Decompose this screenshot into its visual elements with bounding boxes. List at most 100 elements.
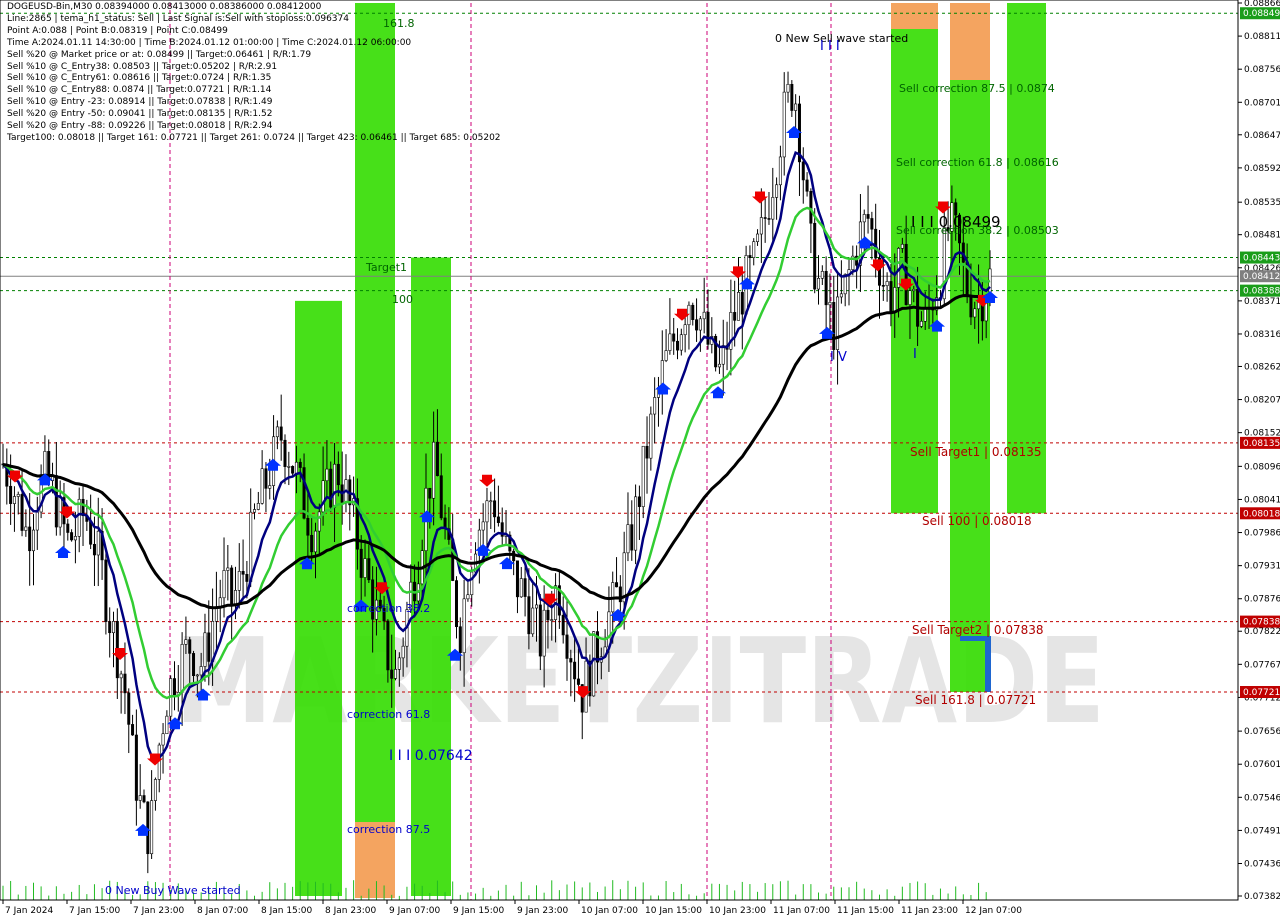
candle-body — [390, 669, 394, 679]
candle-body — [161, 733, 165, 746]
candle-body — [493, 500, 497, 518]
candle-body — [336, 463, 340, 486]
candle-body — [759, 217, 763, 235]
candle-body — [919, 320, 923, 327]
candle-body — [12, 496, 16, 504]
candle-body — [702, 311, 706, 320]
candle-body — [538, 604, 542, 657]
candle-body — [207, 632, 211, 662]
candle-body — [142, 795, 146, 803]
green-zone — [950, 3, 990, 693]
time-tick-label: 11 Jan 23:00 — [901, 906, 958, 916]
price-tick-label: 0.07491 — [1244, 826, 1280, 836]
candle-body — [138, 795, 142, 801]
candle-body — [809, 190, 813, 224]
candle-body — [573, 661, 577, 680]
annotation-label: I V — [830, 350, 847, 365]
time-tick-label: 7 Jan 23:00 — [133, 906, 185, 916]
time-tick-label: 9 Jan 23:00 — [517, 906, 569, 916]
candle-body — [900, 243, 904, 249]
candle-body — [576, 678, 580, 685]
candle-body — [634, 496, 638, 551]
candle-body — [535, 604, 539, 609]
candle-body — [565, 634, 569, 659]
price-tag-label: 0.08388 — [1243, 287, 1280, 297]
blue-bracket — [985, 636, 991, 692]
candle-body — [230, 567, 234, 606]
candle-body — [630, 524, 634, 551]
candle-body — [756, 233, 760, 242]
time-tick-label: 7 Jan 15:00 — [69, 906, 121, 916]
candle-body — [973, 308, 977, 318]
candle-body — [131, 724, 135, 736]
time-tick-label: 10 Jan 23:00 — [709, 906, 766, 916]
candle-body — [264, 468, 268, 489]
time-tick-label: 8 Jan 23:00 — [325, 906, 377, 916]
info-line: Point A:0.088 | Point B:0.08319 | Point … — [7, 25, 228, 36]
candle-body — [645, 445, 649, 459]
annotation-label: Sell correction 38.2 | 0.08503 — [896, 224, 1059, 237]
candle-body — [432, 441, 436, 499]
candle-body — [561, 614, 565, 636]
candle-body — [367, 558, 371, 581]
candle-body — [794, 103, 798, 111]
price-tick-label: 0.07986 — [1244, 529, 1280, 539]
candle-body — [721, 345, 725, 365]
annotation-label: Sell Target1 | 0.08135 — [910, 445, 1042, 459]
price-tick-label: 0.08316 — [1244, 330, 1280, 340]
candle-body — [401, 645, 405, 659]
candle-body — [698, 318, 702, 331]
annotation-label: Sell correction 87.5 | 0.0874 — [899, 82, 1055, 95]
candle-body — [637, 496, 641, 507]
orange-zone — [950, 3, 990, 80]
candle-body — [805, 179, 809, 192]
price-tick-label: 0.07767 — [1244, 660, 1280, 670]
candle-body — [615, 582, 619, 588]
time-tick-label: 11 Jan 15:00 — [837, 906, 894, 916]
candle-body — [912, 288, 916, 292]
candle-body — [813, 222, 817, 290]
price-tick-label: 0.08535 — [1244, 198, 1280, 208]
candle-body — [801, 161, 805, 181]
info-panel: DOGEUSD-Bin,M30 0.08394000 0.08413000 0.… — [7, 2, 501, 145]
candle-body — [546, 609, 550, 621]
green-zone — [295, 300, 342, 896]
candle-body — [363, 558, 367, 578]
price-tag-label: 0.08135 — [1243, 439, 1280, 449]
candle-body — [28, 526, 32, 552]
price-tick-label: 0.08096 — [1244, 462, 1280, 472]
candle-body — [253, 509, 257, 513]
info-line: Target100: 0.08018 || Target 161: 0.0772… — [7, 132, 501, 143]
candle-body — [969, 294, 973, 318]
annotation-label: Sell 100 | 0.08018 — [922, 514, 1032, 528]
time-tick-label: 8 Jan 07:00 — [197, 906, 249, 916]
candle-body — [489, 500, 493, 503]
candle-body — [199, 666, 203, 676]
candle-body — [454, 580, 458, 628]
candle-body — [531, 607, 535, 635]
candle-body — [241, 571, 245, 575]
price-tick-label: 0.08041 — [1244, 495, 1280, 505]
candle-body — [31, 529, 35, 552]
candle-body — [291, 466, 295, 474]
candle-body — [817, 277, 821, 290]
price-tick-label: 0.08207 — [1244, 396, 1280, 406]
candle-body — [786, 83, 790, 93]
candle-body — [394, 669, 398, 679]
candle-body — [226, 567, 230, 571]
candle-body — [668, 333, 672, 351]
candle-body — [294, 461, 298, 474]
candle-body — [73, 536, 77, 541]
orange-zone — [891, 3, 938, 29]
candle-body — [70, 532, 74, 541]
candle-body — [519, 578, 523, 598]
info-line: Sell %10 @ C_Entry61: 0.08616 || Target:… — [7, 73, 272, 84]
price-tick-label: 0.08811 — [1244, 32, 1280, 42]
candle-body — [333, 463, 337, 508]
time-tick-label: 12 Jan 07:00 — [965, 906, 1022, 916]
candle-body — [184, 639, 188, 645]
candle-body — [104, 559, 108, 622]
candle-body — [649, 413, 653, 459]
candle-body — [733, 312, 737, 321]
info-line: Sell %20 @ Entry -50: 0.09041 || Target:… — [7, 109, 273, 120]
